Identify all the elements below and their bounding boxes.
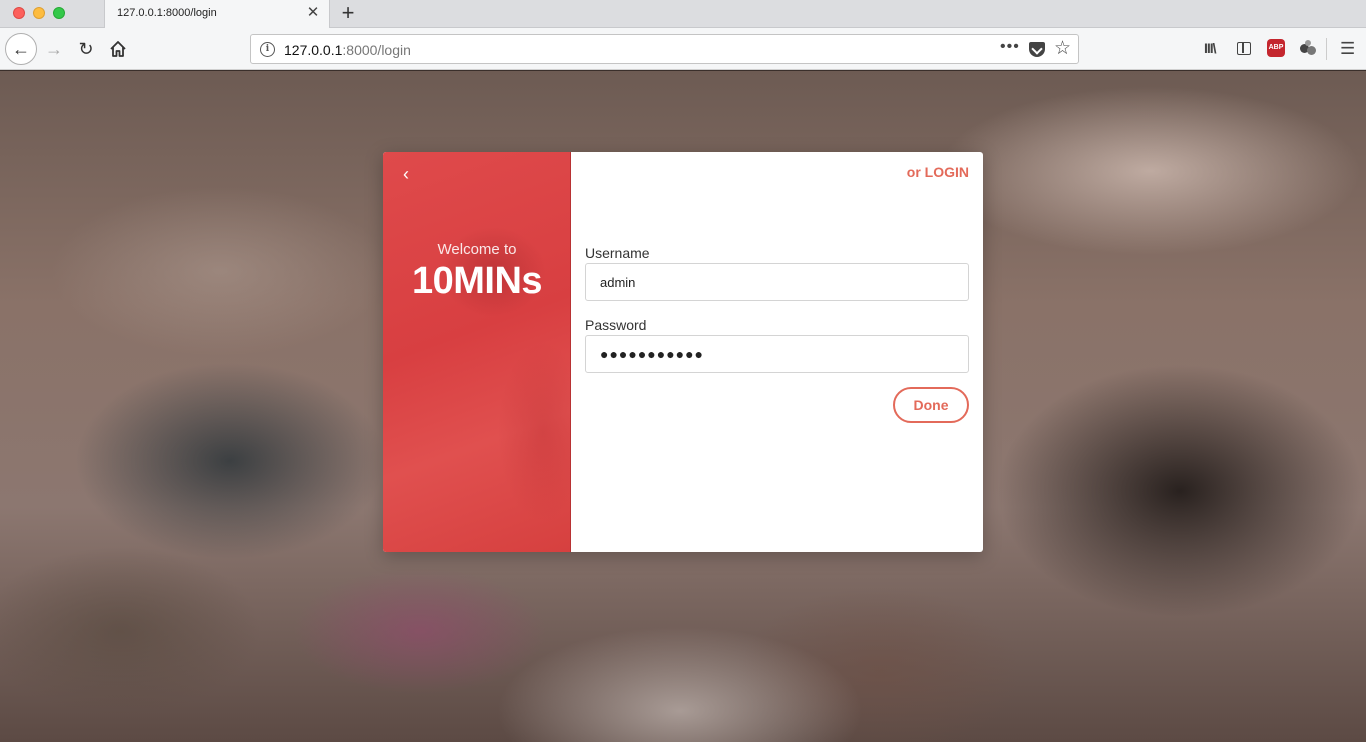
username-label: Username xyxy=(585,245,650,261)
menu-icon[interactable]: ☰ xyxy=(1340,39,1355,59)
forward-icon[interactable]: → xyxy=(42,37,66,61)
bookmark-star-icon[interactable]: ☆ xyxy=(1054,37,1071,60)
login-card: ‹ Welcome to 10MINs or LOGIN Username Pa… xyxy=(383,152,983,552)
tab-strip: 127.0.0.1:8000/login ✕ + xyxy=(0,0,1366,28)
window-zoom-button[interactable] xyxy=(53,7,65,19)
toolbar-divider xyxy=(1326,38,1327,60)
welcome-subtitle: Welcome to xyxy=(437,241,517,258)
done-button[interactable]: Done xyxy=(893,387,969,423)
library-icon[interactable]: III\ xyxy=(1204,40,1217,56)
info-icon[interactable]: i xyxy=(260,42,275,57)
switch-to-login-link[interactable]: or LOGIN xyxy=(907,164,969,180)
url-host: 127.0.0.1 xyxy=(284,42,343,58)
page-actions-icon[interactable]: ••• xyxy=(1000,38,1020,56)
adblock-icon[interactable]: ABP xyxy=(1267,39,1285,57)
password-field[interactable] xyxy=(585,335,969,373)
url-path: :8000/login xyxy=(342,42,411,58)
tab-close-icon[interactable]: ✕ xyxy=(305,5,321,21)
reload-icon[interactable]: ↻ xyxy=(74,37,98,61)
username-field[interactable] xyxy=(585,263,969,301)
address-bar[interactable]: i 127.0.0.1:8000/login ••• ☆ xyxy=(250,34,1079,64)
app-title: 10MINs xyxy=(411,260,543,302)
browser-tab[interactable]: 127.0.0.1:8000/login ✕ xyxy=(104,0,330,28)
extension-icon[interactable] xyxy=(1300,40,1316,56)
back-arrow-icon[interactable]: ‹ xyxy=(403,164,423,184)
url-text[interactable]: 127.0.0.1:8000/login xyxy=(284,42,411,58)
tab-title: 127.0.0.1:8000/login xyxy=(117,7,217,19)
back-icon[interactable]: ← xyxy=(5,33,37,65)
window-close-button[interactable] xyxy=(13,7,25,19)
window-minimize-button[interactable] xyxy=(33,7,45,19)
password-label: Password xyxy=(585,317,647,333)
new-tab-button[interactable]: + xyxy=(337,1,359,25)
page-background: ‹ Welcome to 10MINs or LOGIN Username Pa… xyxy=(0,71,1366,742)
welcome-panel: ‹ Welcome to 10MINs xyxy=(383,152,571,552)
home-icon[interactable] xyxy=(106,37,130,61)
navigation-toolbar: ← → ↻ i 127.0.0.1:8000/login ••• ☆ III\ … xyxy=(0,28,1366,70)
sidebar-icon[interactable] xyxy=(1237,42,1251,55)
pocket-icon[interactable] xyxy=(1029,42,1045,57)
